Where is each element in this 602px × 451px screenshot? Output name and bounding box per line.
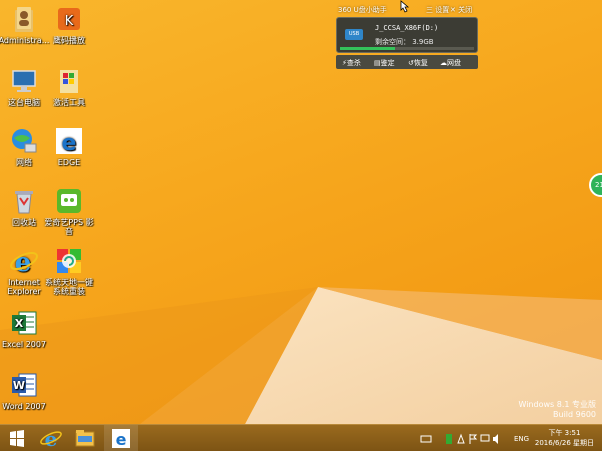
file-explorer-icon [75, 430, 95, 447]
desktop-icon-label-line2: 音 [65, 227, 73, 236]
desktop-icon-label: 鹰码播放 [53, 36, 85, 45]
svg-text:W: W [13, 379, 25, 392]
internet-explorer-icon: e [9, 246, 39, 278]
taskbar-edge-button[interactable]: e [104, 425, 138, 451]
desktop-icon-label: 爱奇艺PPS 影 [44, 218, 94, 227]
usage-bar-fill [340, 47, 395, 50]
netdisk-label: 网盘 [447, 59, 461, 67]
desktop-icon-label: 系统天地一键 [45, 278, 93, 287]
scan-button[interactable]: ⚡查杀 [342, 58, 361, 68]
usb-actions: ⚡查杀 ▤鉴定 ↺恢复 ☁网盘 [336, 55, 478, 69]
recycle-bin-icon [9, 186, 39, 216]
taskbar: e e ENG 下午 3:51 2016/6/26 星期日 [0, 424, 602, 451]
clock-date: 2016/6/26 星期日 [534, 439, 594, 447]
identify-button[interactable]: ▤鉴定 [374, 58, 395, 68]
system-reinstall-icon [54, 246, 84, 276]
iqiyi-pps-icon [54, 186, 84, 216]
usb-drive-icon: USB [345, 29, 363, 40]
clock-time: 下午 3:51 [548, 429, 581, 437]
keyboard-icon[interactable] [420, 434, 432, 444]
desktop-icon-edge[interactable]: e EDGE [42, 126, 96, 167]
svg-text:e: e [45, 427, 58, 451]
internet-explorer-icon: e [40, 427, 62, 451]
svg-text:e: e [62, 131, 77, 156]
clock[interactable]: 下午 3:51 2016/6/26 星期日 [535, 428, 594, 448]
system-tray: ENG 下午 3:51 2016/6/26 星期日 [416, 425, 602, 451]
start-button[interactable] [0, 425, 34, 451]
edge-icon: e [112, 429, 130, 449]
display-icon[interactable] [480, 433, 490, 445]
restore-label: 恢复 [413, 59, 428, 67]
excel-icon: X [9, 308, 39, 338]
usage-bar [340, 47, 474, 50]
edge-icon: e [54, 126, 84, 156]
netdisk-button[interactable]: ☁网盘 [440, 58, 461, 68]
desktop-icon-label: Word 2007 [2, 402, 46, 411]
svg-text:e: e [116, 430, 127, 449]
identify-label: 鉴定 [380, 59, 395, 67]
usb-helper-topbar: 360 U盘小助手 三 设置 ✕ 关闭 [336, 0, 478, 16]
windows-logo-icon [10, 430, 24, 447]
windows-watermark: Windows 8.1 专业版 Build 9600 [518, 400, 596, 420]
mouse-pointer-icon [400, 0, 410, 13]
desktop[interactable]: Administra... K 鹰码播放 这台电脑 激活工具 网络 e EDGE [0, 0, 602, 424]
language-indicator[interactable]: ENG [514, 435, 529, 443]
desktop-icon-label-line2: 系统重装 [53, 287, 85, 296]
network-tray-icon[interactable] [456, 433, 466, 445]
close-button[interactable]: ✕ 关闭 [450, 5, 472, 15]
restore-button[interactable]: ↺恢复 [408, 58, 428, 68]
usb-helper-widget[interactable]: 360 U盘小助手 三 设置 ✕ 关闭 USB J_CCSA_X86F(D:) … [336, 0, 478, 69]
flag-icon[interactable] [468, 433, 478, 445]
free-space: 剩余空间： 3.9GB [375, 38, 434, 46]
desktop-icon-label: Excel 2007 [1, 340, 47, 349]
desktop-icon-system-reinstall[interactable]: 系统天地一键 系统重装 [42, 246, 96, 296]
usb-drive-panel[interactable]: USB J_CCSA_X86F(D:) 剩余空间： 3.9GB [336, 17, 478, 53]
drive-name: J_CCSA_X86F(D:) [375, 24, 439, 32]
usb-helper-title: 360 U盘小助手 [338, 6, 387, 14]
volume-icon[interactable] [492, 433, 502, 445]
taskbar-ie-button[interactable]: e [34, 425, 68, 451]
watermark-line2: Build 9600 [553, 410, 596, 419]
watermark-line1: Windows 8.1 专业版 [518, 400, 596, 409]
desktop-icon-label: 激活工具 [53, 98, 85, 107]
activation-tool-icon [54, 66, 84, 96]
taskbar-explorer-button[interactable] [68, 425, 102, 451]
user-folder-icon [9, 4, 39, 34]
this-pc-icon [9, 66, 39, 96]
battery-icon[interactable] [444, 433, 454, 445]
kugou-music-icon: K [54, 4, 84, 34]
network-icon [9, 126, 39, 156]
scan-label: 查杀 [346, 59, 361, 67]
settings-button[interactable]: 三 设置 [426, 5, 449, 15]
desktop-icon-word[interactable]: W Word 2007 [0, 370, 51, 411]
desktop-icon-kugou[interactable]: K 鹰码播放 [42, 4, 96, 45]
svg-text:K: K [65, 14, 74, 29]
desktop-icon-excel[interactable]: X Excel 2007 [0, 308, 51, 349]
desktop-icon-label: EDGE [57, 158, 81, 167]
desktop-icon-activation[interactable]: 激活工具 [42, 66, 96, 107]
svg-text:X: X [15, 317, 24, 330]
desktop-icon-iqiyi[interactable]: 爱奇艺PPS 影 音 [42, 186, 96, 236]
word-icon: W [9, 370, 39, 400]
